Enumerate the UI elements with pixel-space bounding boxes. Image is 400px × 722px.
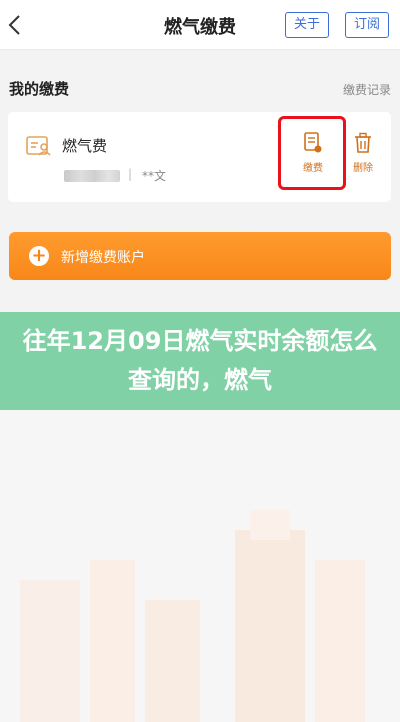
faded-buildings-illustration — [0, 410, 400, 722]
back-button[interactable] — [4, 10, 28, 40]
account-holder-name: **文 — [142, 169, 167, 183]
plus-icon: + — [29, 246, 49, 266]
top-nav-bar: 燃气缴费 关于 订阅 — [0, 0, 400, 50]
about-button[interactable]: 关于 — [285, 12, 330, 38]
subscribe-button[interactable]: 订阅 — [345, 12, 390, 38]
bill-pay-icon — [304, 132, 322, 153]
article-title-banner: 往年12月09日燃气实时余额怎么查询的，燃气 — [0, 312, 400, 410]
payment-records-link[interactable]: 缴费记录 — [343, 81, 391, 98]
page-title: 燃气缴费 — [164, 17, 236, 38]
pay-button-label: 缴费 — [303, 163, 323, 174]
chevron-left-icon — [8, 15, 20, 35]
delete-button-label: 删除 — [353, 163, 373, 174]
add-payment-account-button[interactable]: + 新增缴费账户 — [9, 232, 391, 280]
article-title: 往年12月09日燃气实时余额怎么查询的，燃气 — [22, 327, 378, 394]
add-account-label: 新增缴费账户 — [61, 250, 145, 266]
account-separator: | — [128, 167, 133, 181]
section-title: 我的缴费 — [9, 80, 70, 98]
pay-button[interactable]: 缴费 — [295, 132, 331, 180]
screen: 燃气缴费 关于 订阅 我的缴费 缴费记录 燃气费 | **文 缴费 删除 + 新… — [0, 0, 400, 722]
account-number-masked — [64, 170, 120, 182]
delete-button[interactable]: 删除 — [345, 132, 381, 180]
bill-type-name: 燃气费 — [62, 137, 108, 155]
trash-icon — [355, 132, 371, 153]
bill-account-icon — [26, 136, 51, 156]
